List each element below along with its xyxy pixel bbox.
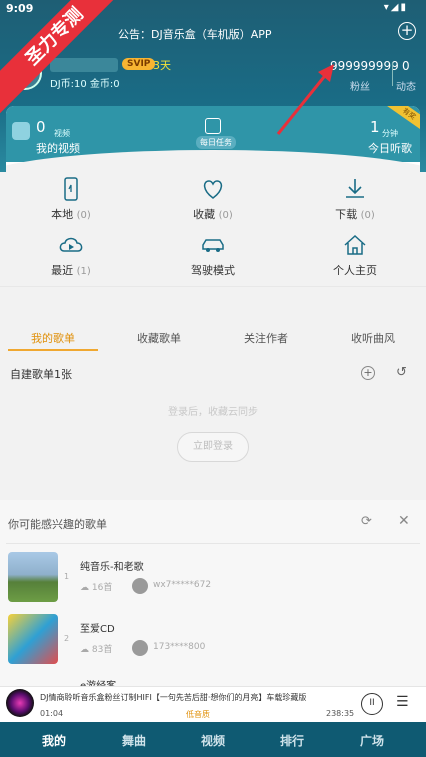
video-icon	[12, 122, 30, 140]
divider	[6, 543, 420, 544]
list-item[interactable]: 2 至爱CD ☁ 83首 173****800	[0, 608, 426, 670]
tab-followed-authors[interactable]: 关注作者	[213, 330, 319, 346]
self-playlists-row: 自建歌单1张 + ↺	[0, 362, 426, 386]
heart-icon	[203, 180, 223, 199]
mini-player[interactable]: DJ情商聆听音乐盒粉丝订制HIFI【一句先苦后甜·想你们的月亮】车载珍藏版 01…	[0, 686, 426, 722]
grid-item-homepage[interactable]: 个人主页	[284, 230, 426, 286]
today-listen-label[interactable]: 今日听歌	[368, 140, 412, 156]
grid-label: 下载	[335, 208, 358, 221]
video-unit: 视频	[54, 129, 70, 138]
playlist-cover	[8, 614, 58, 664]
dynamic-label: 动态	[396, 82, 416, 93]
nav-dance[interactable]: 舞曲	[94, 732, 174, 749]
shortcut-grid: 本地 (0) 收藏 (0) 下载 (0) 最近 (1) 驾驶模式 个人主页	[0, 172, 426, 286]
user-name: 173****800	[153, 642, 206, 652]
fans-count[interactable]: 999999999	[330, 59, 399, 73]
list-item[interactable]: 1 纯音乐-和老歌 ☁ 16首 wx7*****672	[0, 546, 426, 608]
grid-label: 最近	[51, 264, 74, 277]
nav-mine[interactable]: 我的	[14, 732, 94, 749]
annotation-arrow-icon	[276, 64, 334, 135]
grid-item-favorites[interactable]: 收藏 (0)	[142, 174, 284, 230]
playlist-icon[interactable]: ☰	[396, 694, 409, 710]
nav-ranking[interactable]: 排行	[252, 732, 332, 749]
playlist-title: 至爱CD	[80, 624, 115, 635]
divider	[392, 62, 393, 86]
calendar-icon[interactable]	[205, 118, 221, 134]
section-spacer	[0, 286, 426, 318]
grid-item-downloads[interactable]: 下载 (0)	[284, 174, 426, 230]
bottom-nav: 我的 舞曲 视频 排行 广场	[0, 722, 426, 757]
close-icon[interactable]: ✕	[398, 513, 410, 529]
grid-item-recent[interactable]: 最近 (1)	[0, 230, 142, 286]
playlist-title: 纯音乐-和老歌	[80, 562, 144, 573]
user-name: wx7*****672	[153, 580, 212, 590]
svip-badge[interactable]: SVIP	[122, 58, 156, 70]
self-playlists-title: 自建歌单1张	[10, 368, 72, 381]
grid-count: (0)	[218, 210, 233, 221]
grid-count: (0)	[360, 210, 375, 221]
daily-task-label[interactable]: 每日任务	[196, 136, 236, 149]
grid-label: 个人主页	[333, 264, 377, 277]
vip-days: 3天	[153, 59, 171, 72]
rank-number: 2	[64, 634, 70, 643]
song-count: ☁ 83首	[80, 645, 113, 655]
current-time: 01:04	[40, 709, 64, 718]
listen-unit: 分钟	[382, 129, 398, 138]
status-time: 9:09	[6, 2, 34, 15]
user-avatar	[132, 640, 148, 656]
add-button[interactable]: +	[398, 22, 416, 40]
tab-my-playlists[interactable]: 我的歌单	[0, 330, 106, 346]
username	[50, 58, 118, 72]
grid-item-driving[interactable]: 驾驶模式	[142, 230, 284, 286]
song-count: ☁ 16首	[80, 583, 113, 593]
fans-label: 粉丝	[350, 82, 370, 93]
listen-minutes: 1	[370, 118, 380, 136]
grid-item-local[interactable]: 本地 (0)	[0, 174, 142, 230]
tab-underline	[8, 349, 98, 351]
quality-label[interactable]: 低音质	[186, 709, 210, 720]
tab-collected-playlists[interactable]: 收藏歌单	[106, 330, 212, 346]
grid-label: 驾驶模式	[191, 264, 235, 277]
status-icons: ▾◢▮	[383, 2, 408, 13]
notice-text[interactable]: 公告：DJ音乐盒（车机版）APP	[118, 26, 272, 42]
my-videos-label[interactable]: 我的视频	[36, 140, 80, 156]
rank-number: 1	[64, 572, 70, 581]
grid-label: 收藏	[193, 208, 216, 221]
home-icon	[344, 234, 366, 255]
tab-genres[interactable]: 收听曲风	[320, 330, 426, 346]
dynamic-count[interactable]: 0	[402, 59, 410, 73]
refresh-icon[interactable]: ⟳	[361, 514, 372, 529]
video-count[interactable]: 0	[36, 118, 46, 136]
coins-text: DJ币:10 金币:0	[50, 79, 120, 90]
login-button[interactable]: 立即登录	[177, 432, 249, 462]
nav-square[interactable]: 广场	[332, 732, 412, 749]
download-icon	[346, 179, 364, 198]
album-disc[interactable]	[6, 689, 34, 717]
cloud-play-icon	[59, 237, 83, 252]
stats-card: 0 视频 我的视频 每日任务 1 分钟 今日听歌 有奖	[6, 106, 420, 172]
car-icon	[202, 239, 224, 252]
user-avatar	[132, 578, 148, 594]
recommend-section: 你可能感兴趣的歌单 ⟳ ✕ 1 纯音乐-和老歌 ☁ 16首 wx7*****67…	[0, 500, 426, 692]
track-title: DJ情商聆听音乐盒粉丝订制HIFI【一句先苦后甜·想你们的月亮】车载珍藏版	[40, 693, 307, 702]
grid-count: (0)	[76, 210, 91, 221]
phone-icon	[64, 177, 78, 201]
recommend-title: 你可能感兴趣的歌单	[8, 518, 107, 531]
grid-label: 本地	[51, 208, 74, 221]
playlist-cover	[8, 552, 58, 602]
add-playlist-icon[interactable]: +	[361, 366, 375, 380]
total-time: 238:35	[326, 709, 355, 718]
nav-video[interactable]: 视频	[173, 732, 253, 749]
grid-count: (1)	[76, 266, 91, 277]
login-hint: 登录后，收藏云同步	[168, 407, 258, 418]
pause-button[interactable]: II	[361, 693, 383, 715]
playlist-tabs: 我的歌单 收藏歌单 关注作者 收听曲风	[0, 318, 426, 354]
history-icon[interactable]: ↺	[396, 365, 407, 380]
